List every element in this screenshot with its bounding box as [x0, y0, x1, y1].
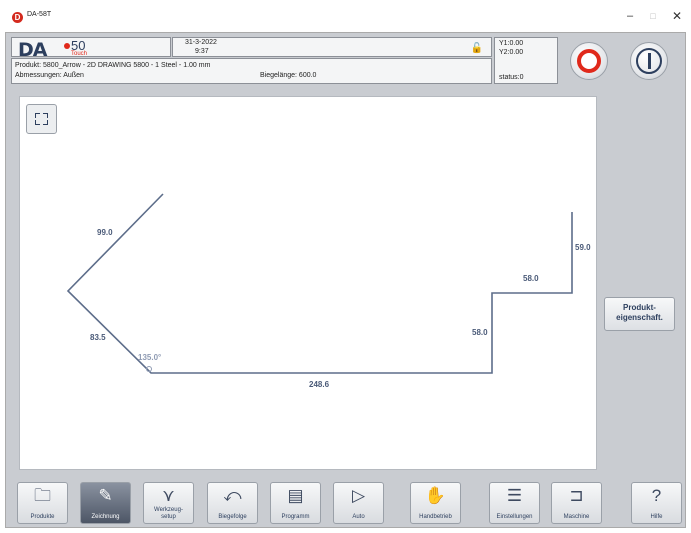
fit-view-button[interactable]	[26, 104, 57, 134]
profile-drawing: 99.0 83.5 135.0° 248.6 58.0 58.0 59.0	[66, 193, 591, 389]
segment-label-59[interactable]: 59.0	[575, 243, 591, 252]
dimensions-mode: Abmessungen: Außen	[15, 72, 84, 79]
main-area: DA 50 Touch 31-3-2022 9:37 🔓 Produkt: 58…	[5, 32, 686, 528]
nav-label-werkzeug: Werkzeug- setup	[154, 507, 183, 520]
bend-length: Biegelänge: 600.0	[260, 72, 317, 79]
current-date: 31-3-2022	[185, 39, 217, 46]
angle-label[interactable]: 135.0°	[138, 353, 161, 362]
nav-label-auto: Auto	[352, 514, 365, 520]
nav-button-programm[interactable]: ▤ Programm	[270, 482, 321, 524]
nav-button-produkte[interactable]: 🗀 Produkte	[17, 482, 68, 524]
program-pages-icon: ▤	[287, 486, 304, 505]
close-button[interactable]: ✕	[667, 8, 687, 24]
tool-setup-icon: ⋎	[162, 486, 175, 505]
folder-icon: 🗀	[34, 486, 51, 505]
drawing-canvas[interactable]: 99.0 83.5 135.0° 248.6 58.0 58.0 59.0	[19, 96, 597, 470]
fit-to-screen-icon	[35, 113, 40, 118]
logo-variant: Touch	[71, 51, 88, 57]
product-properties-label: Produkt- eigenschaft.	[616, 303, 663, 322]
nav-label-hilfe: Hilfe	[650, 514, 663, 520]
product-properties-button[interactable]: Produkt- eigenschaft.	[604, 297, 675, 331]
brand-logo: DA 50 Touch	[11, 37, 171, 61]
play-icon: ▷	[351, 486, 366, 505]
nav-button-auto[interactable]: ▷ Auto	[333, 482, 384, 524]
segment-label-99[interactable]: 99.0	[97, 228, 113, 237]
nav-button-biegefolge[interactable]: ⤺ Biegefolge	[207, 482, 258, 524]
nav-label-produkte: Produkte	[30, 514, 55, 520]
nav-label-maschine: Maschine	[563, 514, 590, 520]
app-logo-icon: D	[12, 12, 23, 23]
minimize-button[interactable]: –	[620, 8, 640, 24]
nav-label-programm: Programm	[281, 514, 310, 520]
product-name: Produkt: 5800_Arrow - 2D DRAWING 5800 - …	[15, 62, 211, 69]
y2-position: Y2:0.00	[499, 49, 524, 56]
segment-label-83[interactable]: 83.5	[90, 333, 106, 342]
nav-button-zeichnung[interactable]: ✎ Zeichnung	[80, 482, 131, 524]
segment-label-248[interactable]: 248.6	[309, 380, 330, 389]
drawing-pen-icon: ✎	[98, 486, 113, 505]
axis-status-panel: Y1:0.00 Y2:0.00 status:0	[494, 37, 558, 84]
maximize-button[interactable]: □	[643, 8, 663, 24]
nav-button-handbetrieb[interactable]: ✋ Handbetrieb	[410, 482, 461, 524]
nav-button-maschine[interactable]: ⊐ Maschine	[551, 482, 602, 524]
help-icon: ?	[651, 486, 662, 505]
window-titlebar: D DA-58T – □ ✕	[0, 0, 691, 32]
datetime-panel: 31-3-2022 9:37 🔓	[172, 37, 492, 57]
current-time: 9:37	[195, 48, 209, 55]
padlock-open-icon[interactable]: 🔓	[471, 43, 483, 54]
stop-icon	[577, 49, 601, 73]
product-info-panel: Produkt: 5800_Arrow - 2D DRAWING 5800 - …	[11, 58, 492, 84]
segment-label-58-vertical[interactable]: 58.0	[472, 328, 488, 337]
logo-dot-icon	[64, 43, 70, 49]
start-button[interactable]	[630, 42, 668, 80]
nav-button-hilfe[interactable]: ? Hilfe	[631, 482, 682, 524]
window-title: DA-58T	[27, 11, 52, 18]
nav-label-handbetrieb: Handbetrieb	[419, 514, 452, 520]
nav-label-einstellungen: Einstellungen	[496, 514, 533, 520]
nav-label-zeichnung: Zeichnung	[91, 514, 120, 520]
nav-label-biegefolge: Biegefolge	[218, 514, 247, 520]
bottom-navigation: 🗀 Produkte ✎ Zeichnung ⋎ Werkzeug- setup ⤺ Bieg…	[11, 474, 691, 529]
bend-sequence-icon: ⤺	[223, 486, 242, 505]
y1-position: Y1:0.00	[499, 40, 524, 47]
machine-icon: ⊐	[569, 486, 584, 505]
profile-line	[66, 193, 573, 374]
settings-list-icon: ☰	[506, 486, 523, 505]
hand-icon: ✋	[424, 486, 447, 505]
nav-button-einstellungen[interactable]: ☰ Einstellungen	[489, 482, 540, 524]
segment-label-58-horizontal[interactable]: 58.0	[523, 274, 539, 283]
nav-button-werkzeug[interactable]: ⋎ Werkzeug- setup	[143, 482, 194, 524]
machine-status: status:0	[499, 74, 524, 81]
stop-button[interactable]	[570, 42, 608, 80]
